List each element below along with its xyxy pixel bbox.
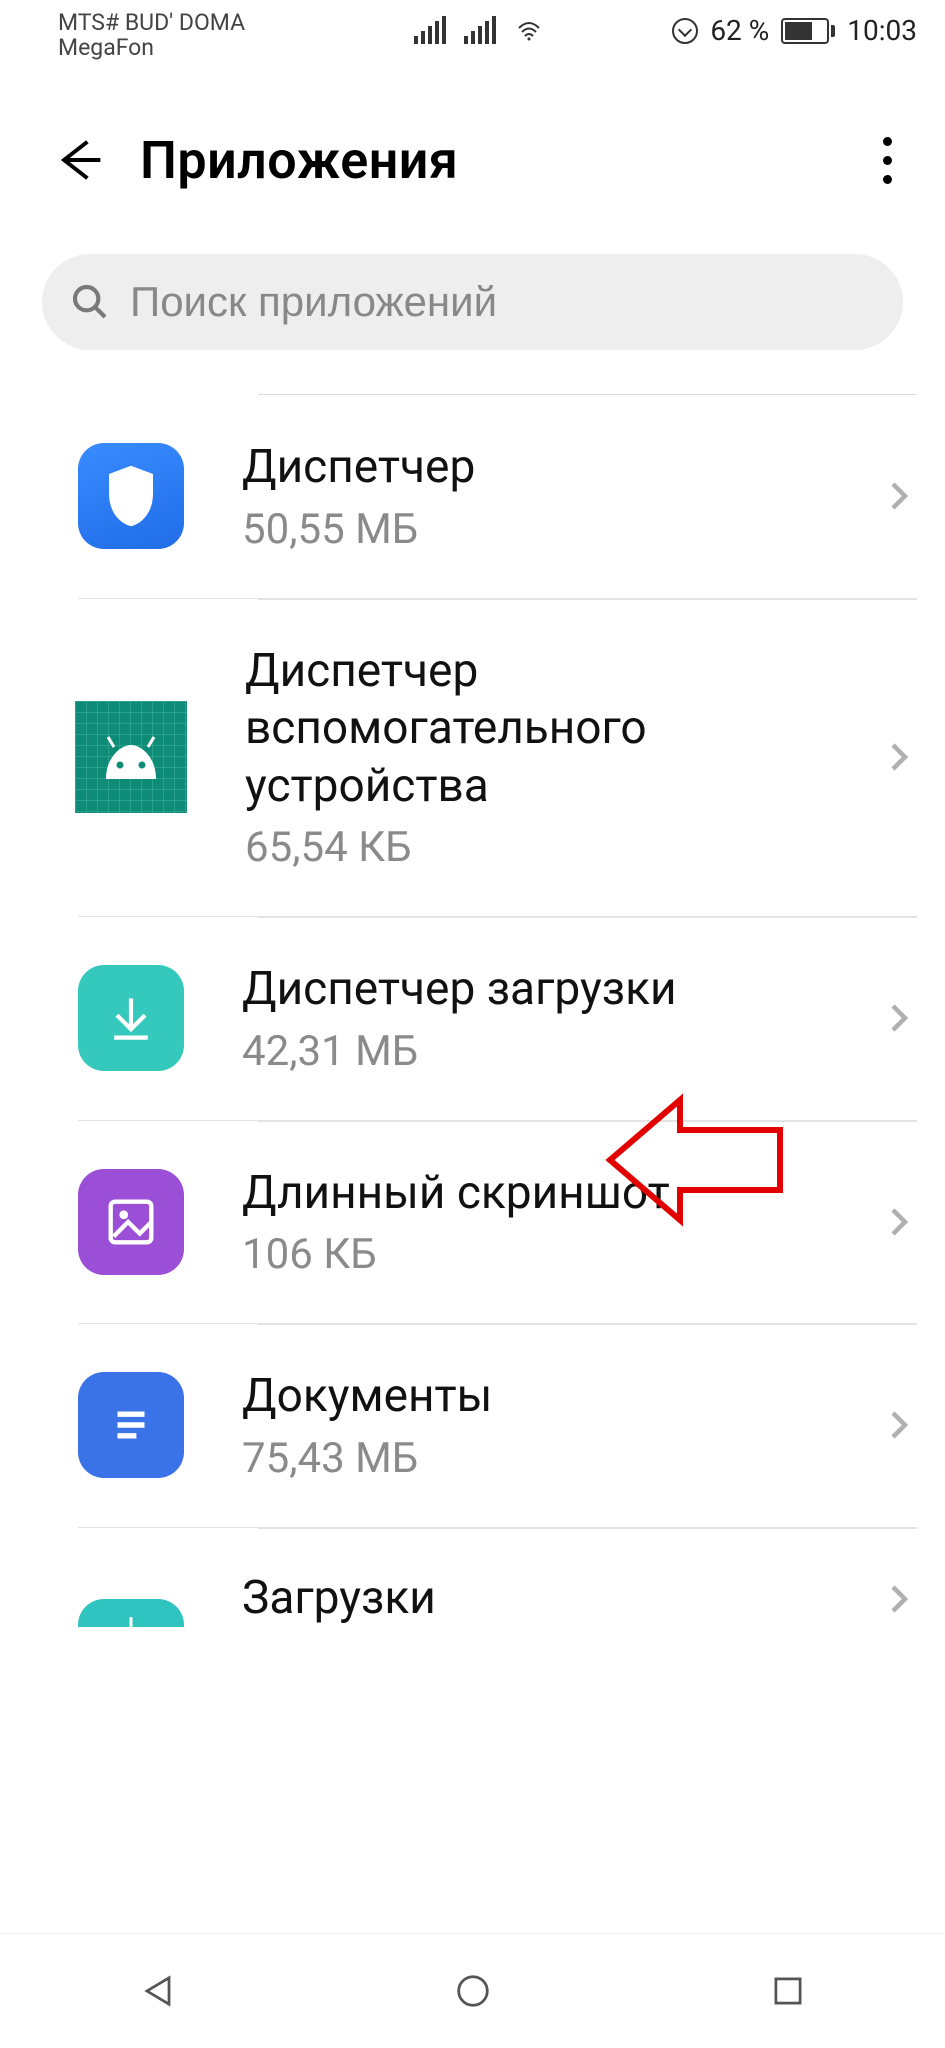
app-row-companion-dispatcher[interactable]: Диспетчер вспомогательного устройства 65…	[78, 598, 917, 917]
app-header: Приложения	[0, 70, 945, 220]
arrow-left-icon	[51, 134, 103, 186]
navigation-bar	[0, 1933, 945, 2048]
app-icon-screenshot	[78, 1169, 184, 1275]
download-icon	[111, 1613, 151, 1627]
data-saver-icon	[672, 18, 698, 44]
nav-home-button[interactable]	[443, 1961, 503, 2021]
app-name: Длинный скриншот	[242, 1165, 861, 1223]
android-icon	[96, 735, 166, 779]
app-size: 106 КБ	[242, 1230, 861, 1279]
page-title: Приложения	[140, 130, 857, 191]
app-name: Диспетчер вспомогательного устройства	[245, 643, 861, 816]
status-right: 62 % 10:03	[672, 10, 917, 47]
app-list: Диспетчер 50,55 МБ Диспетчер в	[0, 394, 945, 1627]
nav-recents-button[interactable]	[758, 1961, 818, 2021]
app-row-downloads[interactable]: Загрузки	[78, 1527, 917, 1627]
app-size: 75,43 МБ	[242, 1434, 861, 1483]
app-size: 50,55 МБ	[242, 505, 861, 554]
document-lines-icon	[104, 1398, 158, 1452]
circle-home-icon	[451, 1969, 495, 2013]
chevron-right-icon	[881, 478, 917, 514]
app-name: Диспетчер	[242, 439, 861, 497]
overflow-menu-button[interactable]	[857, 125, 917, 195]
wifi-icon	[514, 20, 544, 44]
carrier-info: MTS# BUD' DOMA MegaFon	[58, 10, 245, 61]
app-row-documents[interactable]: Документы 75,43 МБ	[78, 1323, 917, 1527]
download-icon	[103, 990, 159, 1046]
signal-indicators	[414, 16, 544, 44]
app-size: 65,54 КБ	[245, 823, 861, 872]
app-name: Загрузки	[242, 1570, 861, 1626]
app-icon-download	[78, 965, 184, 1071]
signal-icon	[464, 16, 496, 44]
back-button[interactable]	[42, 125, 112, 195]
chevron-right-icon	[881, 1204, 917, 1240]
clock: 10:03	[847, 14, 917, 47]
nav-back-button[interactable]	[128, 1961, 188, 2021]
status-bar: MTS# BUD' DOMA MegaFon 62 % 10:03	[0, 0, 945, 70]
app-row-dispatcher[interactable]: Диспетчер 50,55 МБ	[78, 395, 917, 598]
app-name: Документы	[242, 1368, 861, 1426]
chevron-right-icon	[881, 1000, 917, 1036]
search-input[interactable]	[130, 278, 875, 326]
app-row-download-manager[interactable]: Диспетчер загрузки 42,31 МБ	[78, 916, 917, 1120]
chevron-right-icon	[881, 1581, 917, 1617]
triangle-back-icon	[136, 1969, 180, 2013]
search-icon	[70, 282, 110, 322]
carrier-line-2: MegaFon	[58, 35, 245, 60]
app-icon-downloads	[78, 1599, 184, 1627]
app-name: Диспетчер загрузки	[242, 961, 861, 1019]
app-size: 42,31 МБ	[242, 1027, 861, 1076]
app-icon-shield	[78, 443, 184, 549]
signal-icon	[414, 16, 446, 44]
battery-percent: 62 %	[710, 14, 769, 47]
search-bar[interactable]	[42, 254, 903, 350]
chevron-right-icon	[881, 739, 917, 775]
chevron-right-icon	[881, 1407, 917, 1443]
shield-icon	[103, 463, 159, 529]
image-icon	[102, 1193, 160, 1251]
square-recents-icon	[766, 1969, 810, 2013]
carrier-line-1: MTS# BUD' DOMA	[58, 10, 245, 35]
app-icon-android-grid	[75, 701, 187, 813]
app-icon-documents	[78, 1372, 184, 1478]
app-row-long-screenshot[interactable]: Длинный скриншот 106 КБ	[78, 1120, 917, 1324]
battery-icon	[781, 18, 835, 44]
